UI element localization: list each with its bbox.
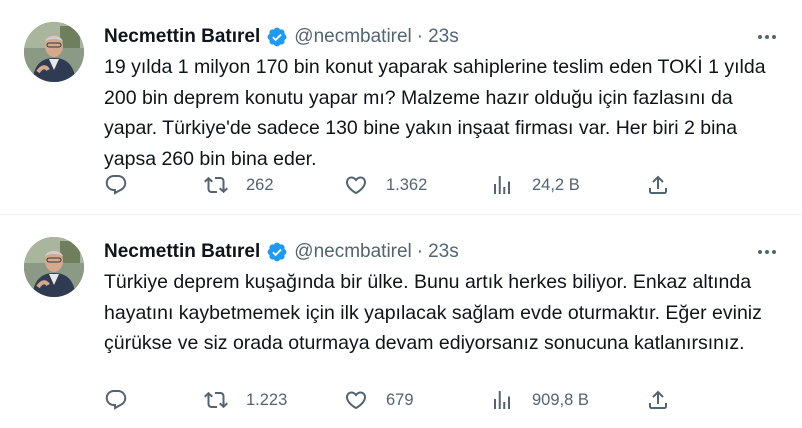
views-count: 24,2 B xyxy=(532,175,580,194)
reply-bubble-icon xyxy=(104,388,128,412)
more-dots-icon[interactable] xyxy=(754,241,780,263)
author-handle[interactable]: @necmbatirel xyxy=(294,26,412,48)
tweet-actions: 1.223 679 909,8 B xyxy=(104,387,684,413)
reply-bubble-icon xyxy=(104,173,128,197)
separator-dot: · xyxy=(416,26,424,47)
share-button[interactable] xyxy=(646,172,670,198)
share-upload-icon xyxy=(646,173,670,197)
tweet[interactable]: Necmettin Batırel @necmbatirel · 23s 19 … xyxy=(0,0,802,214)
timestamp[interactable]: 23s xyxy=(428,26,459,48)
like-button[interactable]: 1.362 xyxy=(344,172,427,198)
views-bar-icon xyxy=(490,173,514,197)
heart-icon xyxy=(344,388,368,412)
tweet-actions: 262 1.362 24,2 B xyxy=(104,172,684,198)
tweet-text: 19 yılda 1 milyon 170 bin konut yaparak … xyxy=(104,56,766,170)
reply-button[interactable] xyxy=(104,387,128,413)
tweet-header: Necmettin Batırel @necmbatirel · 23s xyxy=(104,239,459,265)
share-upload-icon xyxy=(646,388,670,412)
avatar-image xyxy=(24,22,84,82)
retweet-icon xyxy=(204,173,228,197)
like-count: 1.362 xyxy=(386,175,428,194)
verified-badge-icon xyxy=(266,241,288,263)
share-button[interactable] xyxy=(646,387,670,413)
verified-badge-icon xyxy=(266,26,288,48)
avatar[interactable] xyxy=(24,22,84,82)
retweet-icon xyxy=(204,388,228,412)
author-handle[interactable]: @necmbatirel xyxy=(294,241,412,263)
avatar[interactable] xyxy=(24,237,84,297)
views-count: 909,8 B xyxy=(532,390,589,409)
tweet-text: Türkiye deprem kuşağında bir ülke. Bunu … xyxy=(104,271,762,354)
reply-button[interactable] xyxy=(104,172,128,198)
author-name[interactable]: Necmettin Batırel xyxy=(104,26,260,48)
views-button[interactable]: 909,8 B xyxy=(490,387,589,413)
more-dots-icon[interactable] xyxy=(754,26,780,48)
retweet-button[interactable]: 262 xyxy=(204,172,274,198)
views-bar-icon xyxy=(490,388,514,412)
retweet-count: 1.223 xyxy=(246,390,288,409)
tweet[interactable]: Necmettin Batırel @necmbatirel · 23s Tür… xyxy=(0,214,802,428)
views-button[interactable]: 24,2 B xyxy=(490,172,580,198)
avatar-image xyxy=(24,237,84,297)
like-button[interactable]: 679 xyxy=(344,387,414,413)
like-count: 679 xyxy=(386,390,414,409)
author-name[interactable]: Necmettin Batırel xyxy=(104,241,260,263)
timestamp[interactable]: 23s xyxy=(428,241,459,263)
separator-dot: · xyxy=(416,241,424,262)
retweet-button[interactable]: 1.223 xyxy=(204,387,287,413)
retweet-count: 262 xyxy=(246,175,274,194)
tweet-header: Necmettin Batırel @necmbatirel · 23s xyxy=(104,24,459,50)
heart-icon xyxy=(344,173,368,197)
